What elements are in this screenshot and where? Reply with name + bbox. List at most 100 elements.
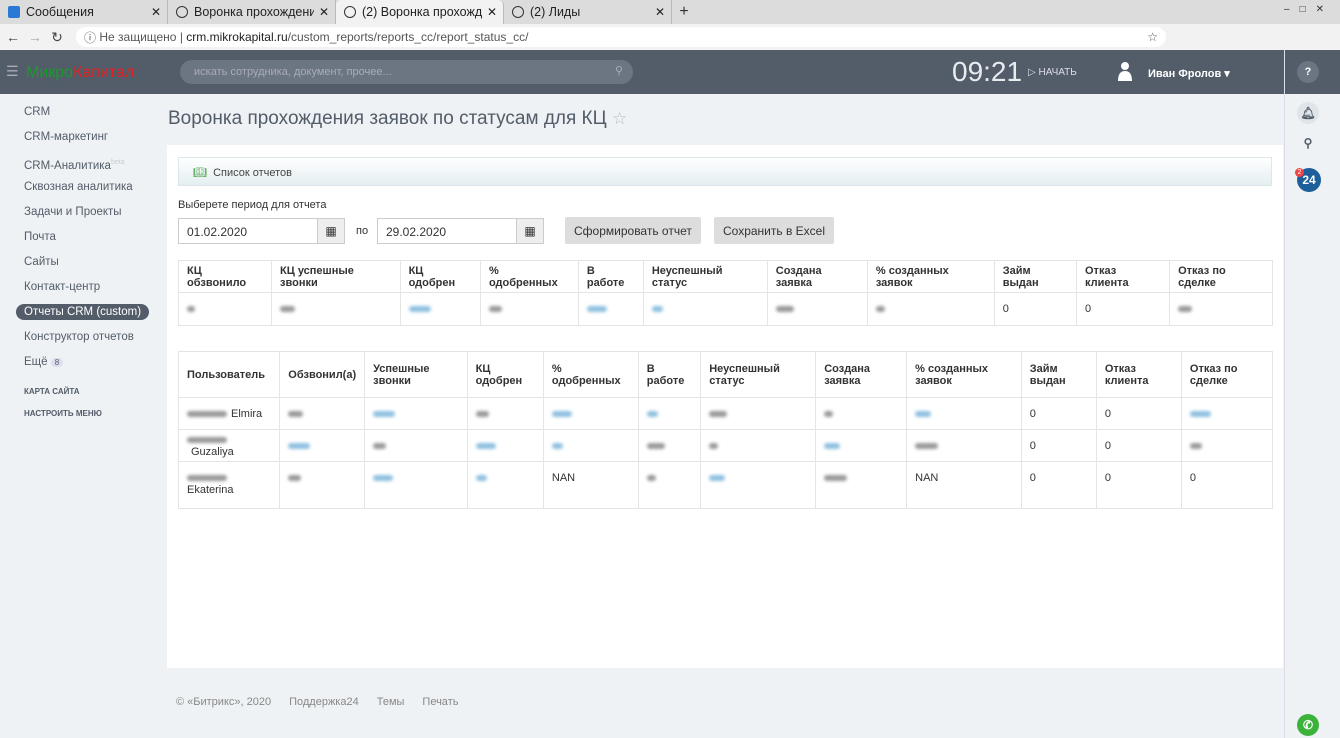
redacted-value [824,410,834,417]
column-header: Отказ по сделке [1180,351,1274,398]
table-cell: 0 [1180,461,1274,509]
column-header: Успешные звонки [364,351,468,398]
window-controls[interactable]: –□✕ [1284,4,1334,15]
new-tab-button[interactable]: + [672,0,696,24]
search-input[interactable]: искать сотрудника, документ, прочее... ⚲ [180,60,633,84]
chat-icon [8,6,20,18]
search-icon[interactable]: ⚲ [1297,132,1319,154]
redacted-value [824,475,848,481]
tab-leads[interactable]: (2) Лиды ✕ [504,0,672,24]
redacted-value [373,410,396,417]
column-header: КЦ одобрен [399,260,481,293]
sidebar-item-more[interactable]: Ещё 8 [0,350,165,375]
user-avatar-icon[interactable] [1118,61,1132,81]
table-cell [479,292,579,326]
table-cell [364,461,468,509]
table-cell [700,461,817,509]
table-cell [1169,292,1273,326]
sidebar-item-sites[interactable]: Сайты [0,250,165,275]
star-icon[interactable]: ☆ [612,109,627,128]
right-panel: ? 🔔︎ ⚲ 24 2 ✆ [1284,50,1340,738]
help-icon[interactable]: ? [1297,61,1319,83]
table-row: Ekaterina NAN NAN 0 0 0 [177,461,1274,509]
redacted-value [915,410,932,417]
generate-report-button[interactable]: Сформировать отчет [565,217,701,244]
star-icon[interactable]: ☆ [1147,30,1158,44]
bell-icon[interactable]: 🔔︎ [1297,102,1319,124]
sidebar-item-tasks[interactable]: Задачи и Проекты [0,200,165,225]
sidebar-configure-menu[interactable]: НАСТРОИТЬ МЕНЮ [0,403,165,425]
sidebar-item-analytics[interactable]: Сквозная аналитика [0,175,165,200]
back-icon[interactable]: ← [4,29,22,45]
sidebar-item-report-builder[interactable]: Конструктор отчетов [0,325,165,350]
sidebar-item-crm-reports[interactable]: Отчеты CRM (custom) [0,300,165,325]
print-link[interactable]: Печать [422,696,458,708]
date-from-input[interactable]: 01.02.2020 [178,218,318,244]
sidebar-item-contact-center[interactable]: Контакт-центр [0,275,165,300]
support-link[interactable]: Поддержка24 [289,696,359,708]
redacted-value [280,306,296,312]
column-header: Займ выдан [993,260,1078,293]
page-icon [344,6,356,18]
close-icon[interactable]: ✕ [655,5,665,19]
table-row: Guzaliya 0 0 [177,429,1274,462]
close-icon[interactable]: ✕ [487,5,497,19]
phone-icon[interactable]: ✆ [1297,714,1319,736]
themes-link[interactable]: Темы [377,696,405,708]
column-header: Обзвонил(а) [279,351,366,398]
url-input[interactable]: ⓘ Не защищено | crm.mikrokapital.ru/cust… [76,27,1166,47]
redacted-surname [187,475,227,481]
table-cell: 0 [1075,292,1171,326]
column-header: КЦ обзвонило [177,260,273,293]
user-menu[interactable]: Иван Фролов ▾ [1148,67,1230,80]
tab-funnel[interactable]: Воронка прохождения ✕ [168,0,336,24]
table-cell: 0 [1095,461,1182,509]
redacted-value [288,410,304,417]
redacted-value [646,410,658,417]
user-name: Guzaliya [191,445,234,458]
close-icon[interactable]: ✕ [319,5,329,19]
browser-tabs: Сообщения ✕ Воронка прохождения ✕ (2) Воро… [0,0,1340,24]
table-cell [815,461,908,509]
footer: © «Битрикс», 2020 Поддержка24 Темы Печать [176,696,459,708]
calendar-icon[interactable]: ▦ [317,218,345,244]
table-cell [364,429,468,462]
redacted-value [551,442,563,449]
table-cell: NAN [906,461,1022,509]
column-header: Займ выдан [1020,351,1097,398]
reload-icon[interactable]: ↻ [48,29,66,46]
sidebar-sitemap[interactable]: КАРТА САЙТА [0,381,165,403]
calendar-icon[interactable]: ▦ [516,218,544,244]
tab-funnel-active[interactable]: (2) Воронка прохожде ✕ [336,0,504,24]
redacted-value [551,410,572,417]
table-cell [279,461,366,509]
forward-icon[interactable]: → [26,29,44,45]
redacted-value [875,306,885,312]
table-cell [1180,397,1274,430]
date-to-input[interactable]: 29.02.2020 [377,218,517,244]
column-header: Создана заявка [815,351,908,398]
sidebar-item-mail[interactable]: Почта [0,225,165,250]
redacted-value [775,306,794,312]
sidebar-item-crm[interactable]: CRM [0,100,165,125]
summary-table: КЦ обзвонило КЦ успешные звонки КЦ одобрен… [177,260,1273,326]
column-header: % созданных заявок [866,260,995,293]
table-cell [466,397,544,430]
reports-list-link[interactable]: 📖︎ Список отчетов [178,157,1272,186]
table-cell: 0 [1020,397,1097,430]
period-label: Выберете период для отчета [178,199,327,211]
table-cell [637,461,702,509]
sidebar-item-crm-marketing[interactable]: CRM-маркетинг [0,125,165,150]
page-title: Воронка прохождения заявок по статусам д… [168,108,628,129]
close-icon[interactable]: ✕ [151,5,161,19]
menu-icon[interactable]: ☰ [6,63,19,80]
logo[interactable]: МикроКапитал [26,64,134,82]
sidebar-item-crm-analytics[interactable]: CRM-Аналитикаbeta [0,150,165,175]
table-cell [177,292,273,326]
redacted-value [1178,306,1193,312]
tab-messages[interactable]: Сообщения ✕ [0,0,168,24]
export-excel-button[interactable]: Сохранить в Excel [714,217,835,244]
table-cell [279,429,366,462]
start-button[interactable]: ▷ НАЧАТЬ [1028,67,1077,78]
redacted-value [475,475,487,481]
